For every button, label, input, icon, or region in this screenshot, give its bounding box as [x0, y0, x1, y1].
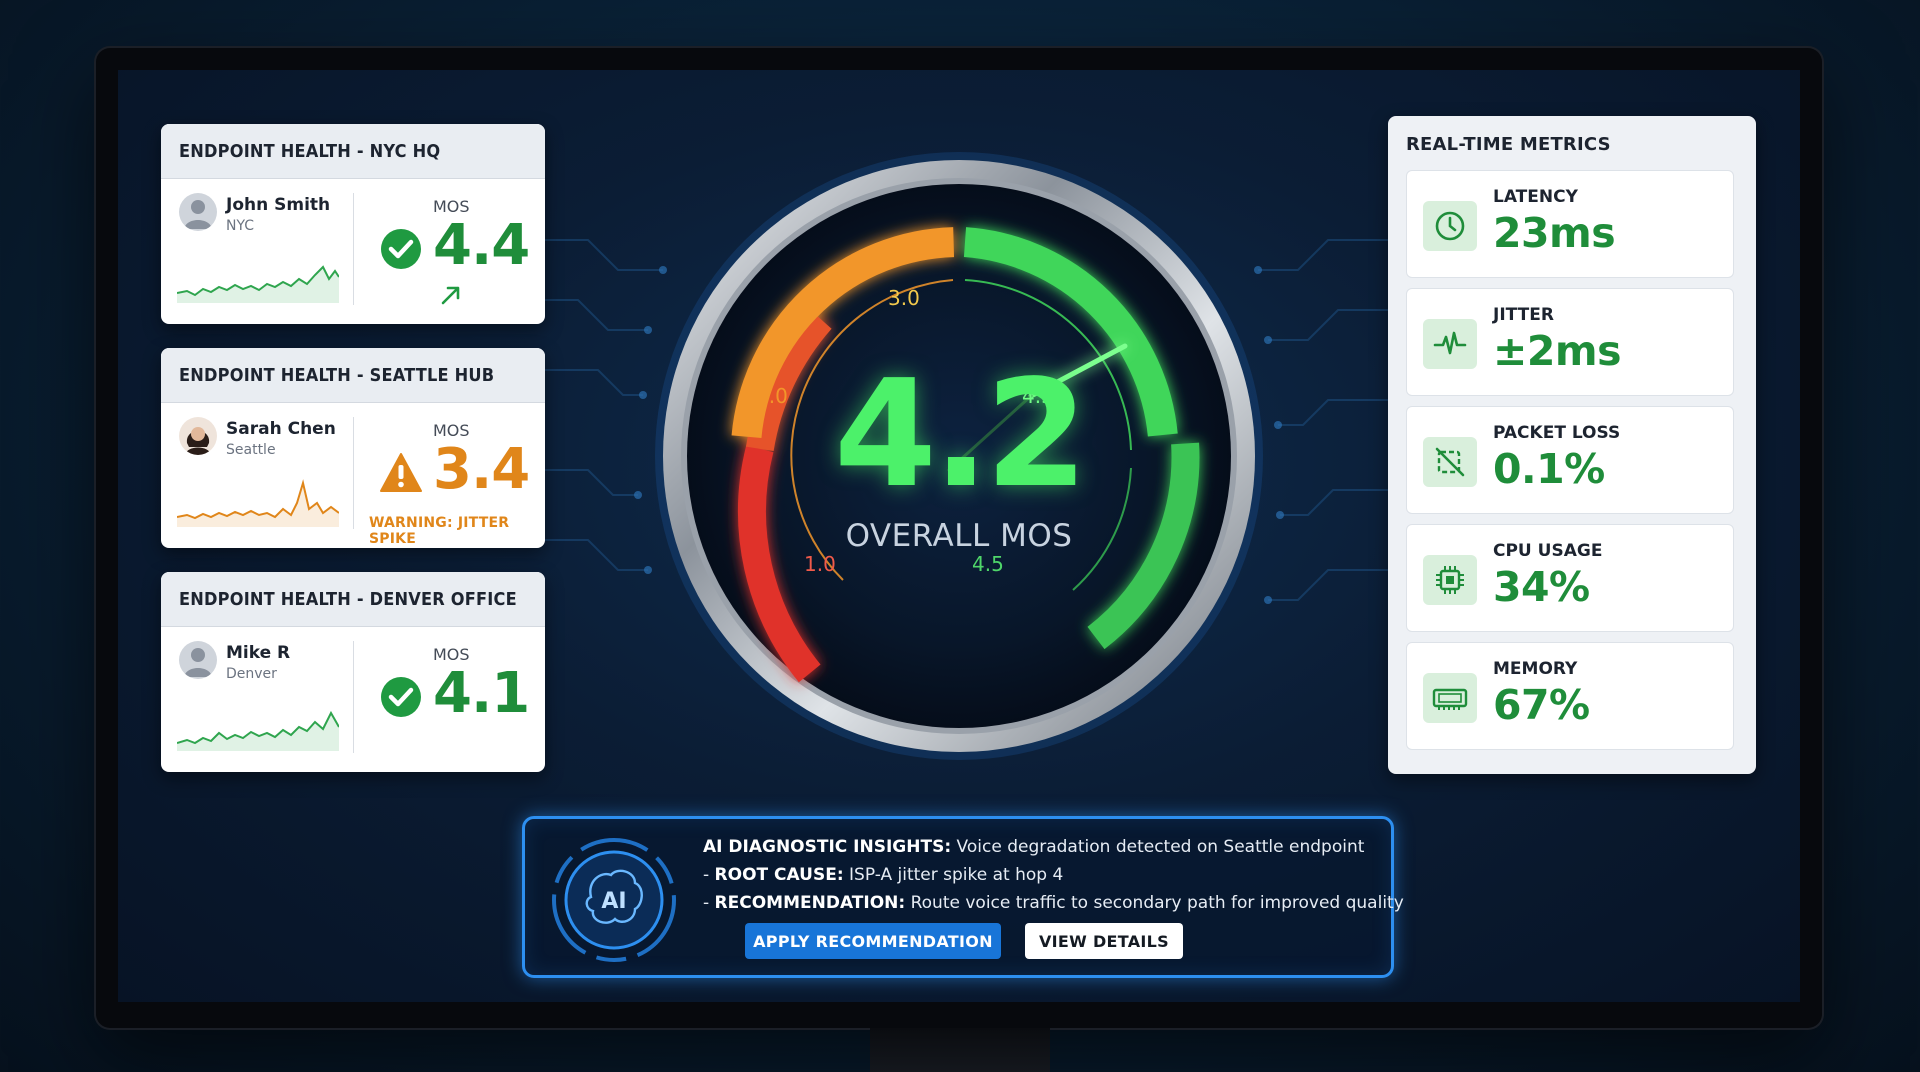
pulse-icon [1423, 319, 1477, 369]
metric-label: JITTER [1493, 305, 1554, 325]
ai-recommendation-text: Route voice traffic to secondary path fo… [910, 893, 1404, 913]
metric-label: CPU USAGE [1493, 541, 1603, 561]
endpoint-location: Seattle [226, 442, 276, 458]
metric-jitter[interactable]: JITTER ±2ms [1406, 288, 1734, 396]
apply-recommendation-button[interactable]: APPLY RECOMMENDATION [745, 923, 1001, 959]
overall-mos-value: 4.2 [833, 348, 1088, 520]
mos-sparkline [177, 265, 339, 303]
endpoint-user-name: Sarah Chen [226, 419, 336, 439]
card-divider [353, 641, 354, 753]
check-circle-icon [381, 677, 421, 717]
trend-up-arrow-icon [441, 286, 460, 305]
ai-recommendation-label: RECOMMENDATION: [714, 893, 906, 913]
endpoint-card-title: ENDPOINT HEALTH - DENVER OFFICE [161, 572, 545, 627]
metric-value: 23ms [1493, 209, 1616, 257]
metric-value: 34% [1493, 563, 1590, 611]
ai-root-prefix: - [703, 865, 715, 885]
ai-insight-line: AI DIAGNOSTIC INSIGHTS: Voice degradatio… [703, 837, 1364, 857]
mos-sparkline [177, 479, 339, 527]
mos-value: 4.1 [433, 661, 530, 726]
mos-value: 4.4 [433, 213, 530, 278]
ai-badge-label: AI [601, 889, 626, 914]
real-time-metrics-panel: REAL-TIME METRICS LATENCY 23ms JITTER ±2… [1388, 116, 1756, 774]
clock-icon [1423, 201, 1477, 251]
avatar [179, 641, 217, 679]
warning-note: WARNING: JITTER SPIKE [369, 515, 510, 547]
metric-label: PACKET LOSS [1493, 423, 1621, 443]
endpoint-card-title: ENDPOINT HEALTH - NYC HQ [161, 124, 545, 179]
metric-packet-loss[interactable]: PACKET LOSS 0.1% [1406, 406, 1734, 514]
metric-cpu-usage[interactable]: CPU USAGE 34% [1406, 524, 1734, 632]
endpoint-card-title: ENDPOINT HEALTH - SEATTLE HUB [161, 348, 545, 403]
packet-loss-icon [1423, 437, 1477, 487]
gauge-tick-label: 3.0 [888, 286, 920, 310]
metric-value: 67% [1493, 681, 1590, 729]
endpoint-location: Denver [226, 666, 277, 682]
metric-latency[interactable]: LATENCY 23ms [1406, 170, 1734, 278]
overall-mos-label: OVERALL MOS [845, 518, 1073, 554]
endpoint-user-name: Mike R [226, 643, 291, 663]
warning-triangle-icon [380, 453, 422, 492]
metric-value: 0.1% [1493, 445, 1605, 493]
ai-root-cause-text: ISP-A jitter spike at hop 4 [849, 865, 1064, 885]
check-circle-icon [381, 229, 421, 269]
metrics-title: REAL-TIME METRICS [1406, 134, 1611, 155]
view-details-button[interactable]: VIEW DETAILS [1025, 923, 1183, 959]
gauge-tick-label: 4.5 [972, 552, 1004, 576]
metric-value: ±2ms [1493, 327, 1622, 375]
card-divider [353, 417, 354, 529]
endpoint-card-denver[interactable]: ENDPOINT HEALTH - DENVER OFFICE Mike R D… [161, 572, 545, 772]
ai-root-cause-line: - ROOT CAUSE: ISP-A jitter spike at hop … [703, 865, 1063, 885]
endpoint-card-nyc[interactable]: ENDPOINT HEALTH - NYC HQ John Smith NYC … [161, 124, 545, 324]
dashboard-screen: ENDPOINT HEALTH - NYC HQ John Smith NYC … [118, 70, 1800, 1002]
ram-icon [1423, 673, 1477, 723]
cpu-icon [1423, 555, 1477, 605]
ai-insight-label: AI DIAGNOSTIC INSIGHTS: [703, 837, 952, 857]
metric-memory[interactable]: MEMORY 67% [1406, 642, 1734, 750]
avatar [179, 193, 217, 231]
monitor-stand [870, 1028, 1050, 1072]
mos-value: 3.4 [433, 437, 530, 502]
endpoint-card-seattle[interactable]: ENDPOINT HEALTH - SEATTLE HUB Sarah Chen… [161, 348, 545, 548]
metric-label: LATENCY [1493, 187, 1578, 207]
card-divider [353, 193, 354, 305]
metric-label: MEMORY [1493, 659, 1578, 679]
ai-rec-prefix: - [703, 893, 715, 913]
endpoint-location: NYC [226, 218, 255, 234]
gauge-tick-label: 1.0 [804, 552, 836, 576]
mos-sparkline [177, 710, 339, 751]
ai-root-cause-label: ROOT CAUSE: [714, 865, 844, 885]
ai-diagnostic-panel: AI AI DIAGNOSTIC INSIGHTS: Voice degrada… [522, 816, 1404, 978]
ai-recommendation-line: - RECOMMENDATION: Route voice traffic to… [703, 893, 1404, 913]
ai-brain-icon: AI [552, 838, 676, 962]
ai-insight-text: Voice degradation detected on Seattle en… [956, 837, 1365, 857]
avatar [179, 417, 217, 455]
endpoint-user-name: John Smith [226, 195, 331, 215]
